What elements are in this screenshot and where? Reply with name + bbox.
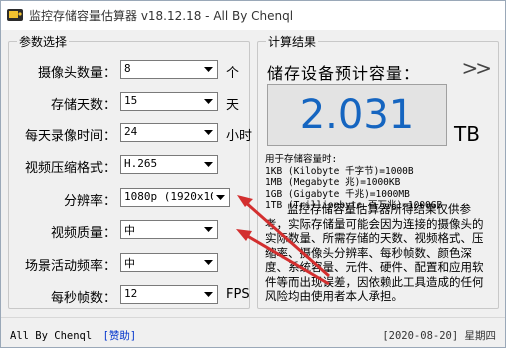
sponsor-link[interactable]: [赞助]: [103, 330, 137, 342]
chevron-down-icon[interactable]: [201, 222, 216, 237]
video-quality-select[interactable]: 中: [120, 220, 218, 239]
fps-select[interactable]: 12: [120, 285, 218, 304]
unit-info-line: 1MB (Megabyte 兆)=1000KB: [265, 177, 401, 188]
chevron-down-icon[interactable]: [201, 287, 216, 302]
unit-info-line: 1KB (Kilobyte 千字节)=1000B: [265, 165, 414, 177]
title-bar[interactable]: 监控存储容量估算器 v18.12.18 - All By Chenql: [1, 1, 505, 30]
scene-activity-select[interactable]: 中: [120, 253, 218, 272]
storage-days-label: 存储天数：: [50, 98, 116, 113]
resolution-select[interactable]: 1080p (1920x108: [120, 188, 230, 207]
result-capacity-unit: TB: [454, 122, 480, 146]
storage-days-select[interactable]: 15: [120, 92, 218, 111]
chevron-down-icon[interactable]: [201, 157, 216, 172]
app-window: 监控存储容量估算器 v18.12.18 - All By Chenql 参数选择…: [0, 0, 506, 348]
camera-count-unit: 个: [226, 66, 240, 81]
scene-activity-label: 场景活动频率：: [24, 259, 116, 274]
daily-hours-unit: 小时: [226, 129, 253, 144]
chevron-down-icon[interactable]: [213, 190, 228, 205]
fps-unit: FPS: [226, 287, 250, 302]
result-title: 储存设备预计容量：: [267, 64, 421, 83]
resolution-value: 1080p (1920x108: [124, 190, 214, 203]
window-title: 监控存储容量估算器 v18.12.18 - All By Chenql: [29, 9, 294, 23]
fps-value: 12: [124, 287, 138, 300]
result-display-panel: 2.031: [267, 84, 447, 146]
unit-info-line: 用于存储容量时:: [265, 154, 338, 165]
video-quality-label: 视频质量：: [50, 226, 116, 241]
result-capacity-value: 2.031: [299, 92, 415, 138]
camera-count-value: 8: [124, 62, 131, 75]
status-author-area: All By Chenql [赞助]: [10, 328, 136, 343]
params-group-legend: 参数选择: [17, 33, 70, 50]
result-group-legend: 计算结果: [266, 33, 319, 50]
storage-days-value: 15: [124, 94, 138, 107]
status-author: All By Chenql: [10, 330, 93, 342]
unit-info-line: 1GB (Gigabyte 千兆)=1000MB: [265, 188, 410, 200]
daily-hours-value: 24: [124, 125, 138, 138]
fps-label: 每秒帧数：: [50, 291, 116, 306]
camera-count-label: 摄像头数量：: [37, 66, 116, 81]
scene-activity-value: 中: [124, 257, 135, 270]
resolution-label: 分辨率：: [63, 194, 116, 209]
result-group: 计算结果 储存设备预计容量： >> 2.031 TB 用于存储容量时: 1KB …: [257, 33, 499, 309]
compression-label: 视频压缩格式：: [24, 161, 116, 176]
camera-app-icon: [6, 7, 24, 23]
expand-double-chevron-icon[interactable]: >>: [461, 56, 491, 80]
disclaimer-text: 监控存储容量估算器所得结果仅供参考，实际存储量可能会因为连接的摄像头的实际数量、…: [265, 202, 484, 303]
chevron-down-icon[interactable]: [201, 255, 216, 270]
video-quality-value: 中: [124, 224, 135, 237]
compression-value: H.265: [124, 157, 158, 170]
daily-hours-label: 每天录像时间：: [24, 129, 116, 144]
compression-select[interactable]: H.265: [120, 155, 218, 174]
storage-days-unit: 天: [226, 98, 240, 113]
chevron-down-icon[interactable]: [201, 125, 216, 140]
chevron-down-icon[interactable]: [201, 62, 216, 77]
status-date: [2020-08-20] 星期四: [382, 330, 496, 342]
status-bar: All By Chenql [赞助] [2020-08-20] 星期四: [1, 317, 505, 347]
chevron-down-icon[interactable]: [201, 94, 216, 109]
daily-hours-select[interactable]: 24: [120, 123, 218, 142]
camera-count-select[interactable]: 8: [120, 60, 218, 79]
